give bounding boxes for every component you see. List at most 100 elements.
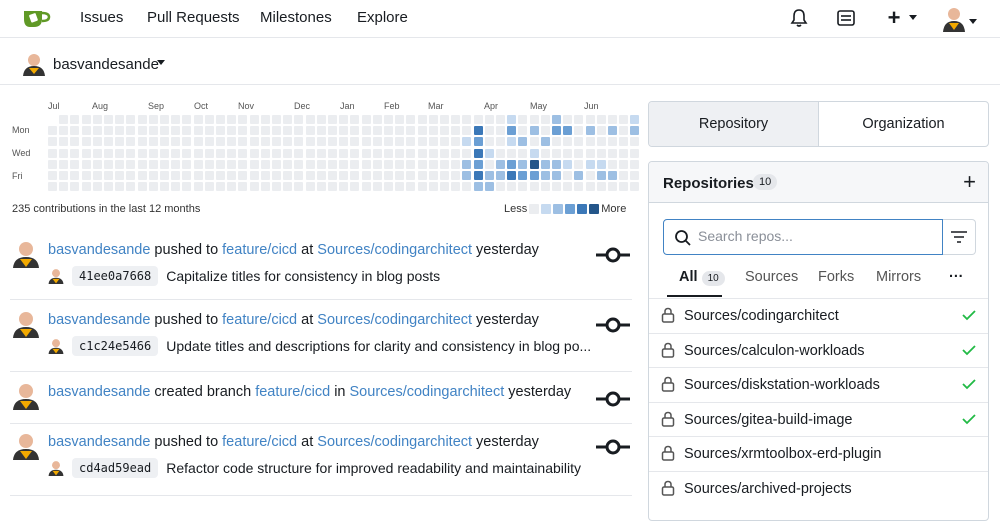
heatmap-cell[interactable] [462,115,472,124]
heatmap-cell[interactable] [372,126,382,136]
repo-name[interactable]: Sources/calculon-workloads [684,343,865,359]
heatmap-cell[interactable] [193,171,203,180]
heatmap-cell[interactable] [585,159,595,169]
heatmap-cell[interactable] [619,182,629,192]
heatmap-cell[interactable] [619,148,629,158]
heatmap-cell[interactable] [596,182,606,192]
heatmap-cell[interactable] [48,182,57,192]
heatmap-cell[interactable] [227,171,237,180]
heatmap-cell[interactable] [193,115,203,124]
heatmap-cell[interactable] [585,182,595,192]
heatmap-cell[interactable] [406,159,416,169]
heatmap-cell[interactable] [596,126,606,136]
heatmap-cell[interactable] [182,159,192,169]
heatmap-cell[interactable] [339,182,349,192]
heatmap-cell[interactable] [160,171,169,180]
heatmap-cell[interactable] [451,115,461,124]
heatmap-cell[interactable] [608,148,617,158]
heatmap-cell[interactable] [585,126,595,136]
heatmap-cell[interactable] [608,171,617,180]
heatmap-cell[interactable] [372,137,382,147]
heatmap-cell[interactable] [70,126,80,136]
heatmap-cell[interactable] [540,137,550,147]
heatmap-cell[interactable] [428,171,438,180]
heatmap-cell[interactable] [249,126,259,136]
feed-branch-link[interactable]: feature/cicd [222,242,297,258]
heatmap-cell[interactable] [305,171,315,180]
heatmap-cell[interactable] [350,148,360,158]
heatmap-cell[interactable] [294,171,304,180]
heatmap-cell[interactable] [596,115,606,124]
heatmap-cell[interactable] [529,148,539,158]
heatmap-cell[interactable] [104,182,113,192]
heatmap-cell[interactable] [171,137,181,147]
inbox-icon[interactable] [834,6,858,30]
heatmap-cell[interactable] [216,126,225,136]
heatmap-cell[interactable] [137,171,147,180]
heatmap-cell[interactable] [272,171,281,180]
heatmap-cell[interactable] [160,182,169,192]
avatar[interactable] [48,460,64,476]
repo-name[interactable]: Sources/xrmtoolbox-erd-plugin [684,446,881,462]
heatmap-cell[interactable] [540,115,550,124]
heatmap-cell[interactable] [305,148,315,158]
heatmap-cell[interactable] [115,159,125,169]
heatmap-cell[interactable] [406,126,416,136]
heatmap-cell[interactable] [540,159,550,169]
heatmap-cell[interactable] [395,182,405,192]
heatmap-cell[interactable] [238,137,248,147]
heatmap-cell[interactable] [272,148,281,158]
feed-repo-link[interactable]: Sources/codingarchitect [317,242,472,258]
heatmap-cell[interactable] [585,115,595,124]
heatmap-cell[interactable] [462,126,472,136]
heatmap-cell[interactable] [272,126,281,136]
heatmap-cell[interactable] [372,171,382,180]
heatmap-cell[interactable] [518,148,528,158]
heatmap-cell[interactable] [552,182,561,192]
heatmap-cell[interactable] [440,126,449,136]
heatmap-cell[interactable] [92,148,102,158]
nav-explore[interactable]: Explore [357,9,408,26]
nav-pull-requests[interactable]: Pull Requests [147,9,240,26]
heatmap-cell[interactable] [451,159,461,169]
heatmap-cell[interactable] [406,137,416,147]
heatmap-cell[interactable] [574,137,584,147]
feed-repo-link[interactable]: Sources/codingarchitect [317,312,472,328]
add-repository-button[interactable]: + [963,171,976,193]
heatmap-cell[interactable] [70,148,80,158]
heatmap-cell[interactable] [238,148,248,158]
heatmap-cell[interactable] [115,148,125,158]
context-switcher[interactable]: basvandesande [0,42,1000,85]
feed-repo-link[interactable]: Sources/codingarchitect [350,384,505,400]
check-icon[interactable] [962,412,976,428]
heatmap-cell[interactable] [417,159,427,169]
heatmap-cell[interactable] [182,126,192,136]
heatmap-cell[interactable] [518,126,528,136]
heatmap-cell[interactable] [227,137,237,147]
heatmap-cell[interactable] [339,115,349,124]
heatmap-cell[interactable] [227,126,237,136]
heatmap-cell[interactable] [316,148,326,158]
heatmap-cell[interactable] [563,115,573,124]
heatmap-cell[interactable] [148,115,158,124]
heatmap-cell[interactable] [160,126,169,136]
heatmap-cell[interactable] [59,182,69,192]
heatmap-cell[interactable] [406,182,416,192]
heatmap-cell[interactable] [104,137,113,147]
heatmap-cell[interactable] [193,126,203,136]
heatmap-cell[interactable] [507,171,517,180]
heatmap-cell[interactable] [148,126,158,136]
heatmap-cell[interactable] [81,115,91,124]
heatmap-cell[interactable] [563,126,573,136]
heatmap-cell[interactable] [585,137,595,147]
heatmap-cell[interactable] [328,148,337,158]
heatmap-cell[interactable] [473,148,483,158]
heatmap-cell[interactable] [630,182,640,192]
heatmap-cell[interactable] [540,171,550,180]
heatmap-cell[interactable] [70,115,80,124]
heatmap-cell[interactable] [596,137,606,147]
heatmap-cell[interactable] [283,182,293,192]
heatmap-cell[interactable] [406,148,416,158]
heatmap-cell[interactable] [406,115,416,124]
heatmap-cell[interactable] [484,148,494,158]
